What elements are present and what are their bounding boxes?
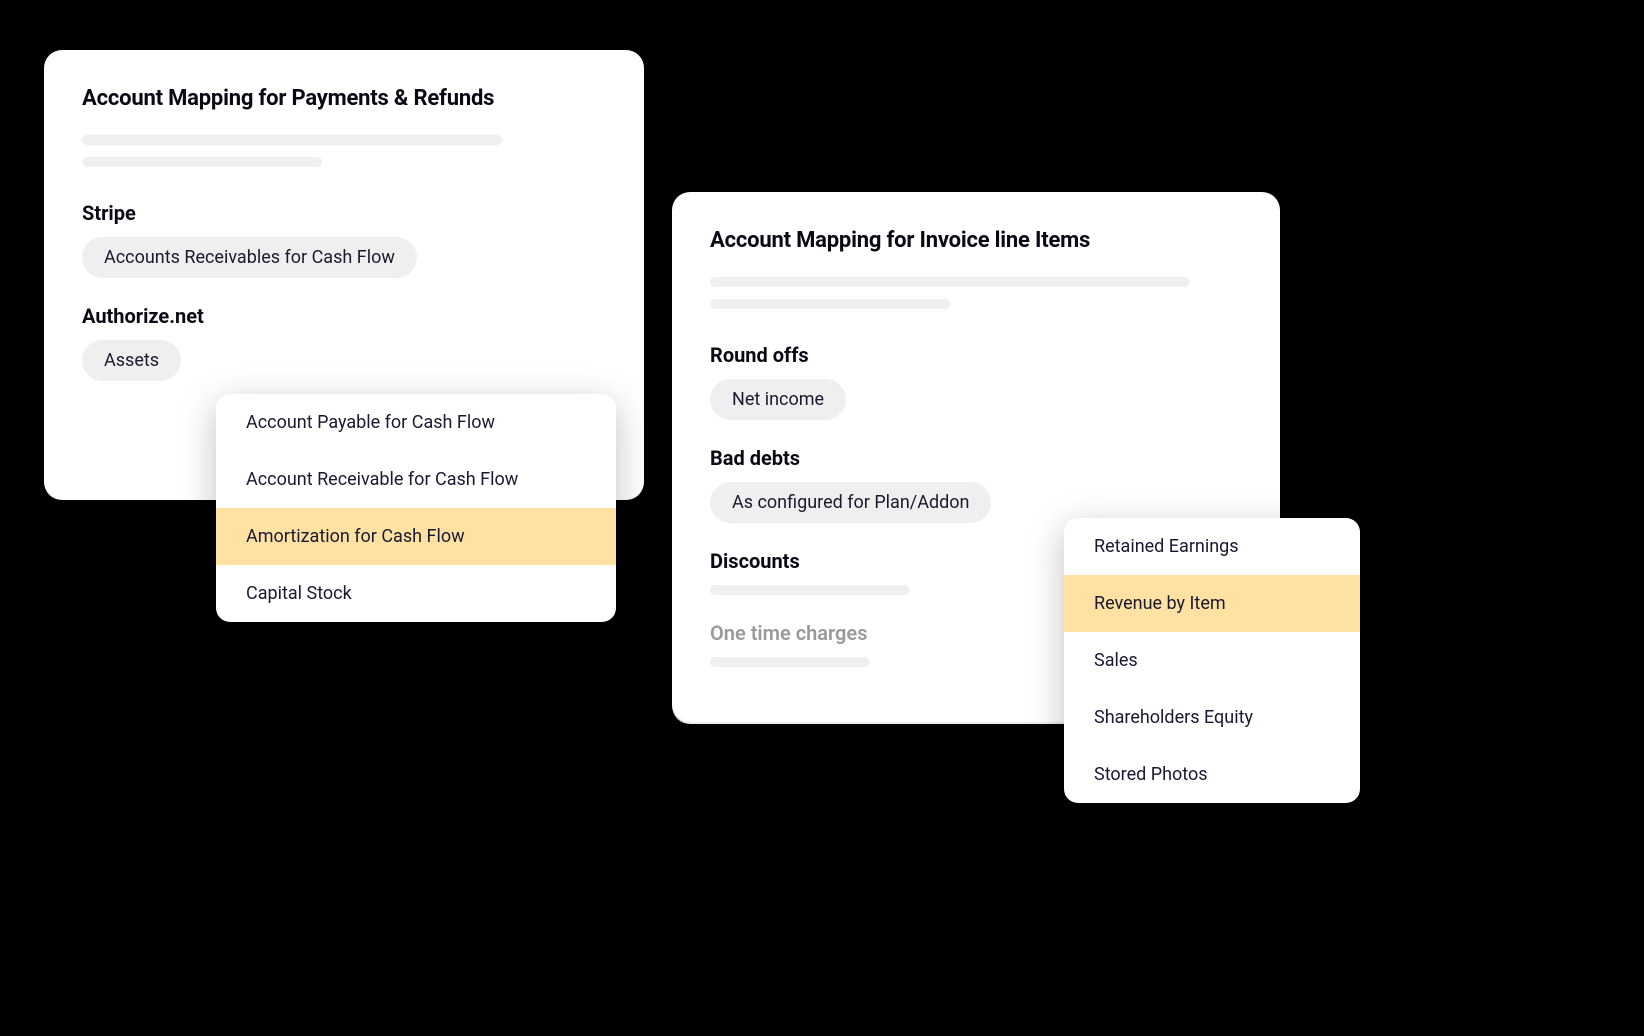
skeleton-line [710,277,1190,287]
menu-item-amortization[interactable]: Amortization for Cash Flow [216,508,616,565]
menu-item-shareholders-equity[interactable]: Shareholders Equity [1064,689,1360,746]
menu-item-retained-earnings[interactable]: Retained Earnings [1064,518,1360,575]
roundoffs-pill[interactable]: Net income [710,379,846,420]
liabilities-dropdown-menu: Account Payable for Cash Flow Account Re… [216,394,616,622]
authorize-account-pill[interactable]: Assets [82,340,181,381]
skeleton-line [82,135,502,145]
invoice-card-title: Account Mapping for Invoice line Items [710,228,1242,253]
menu-item-account-receivable[interactable]: Account Receivable for Cash Flow [216,451,616,508]
menu-item-revenue-by-item[interactable]: Revenue by Item [1064,575,1360,632]
menu-item-sales[interactable]: Sales [1064,632,1360,689]
menu-item-capital-stock[interactable]: Capital Stock [216,565,616,622]
section-label-baddebts: Bad debts [710,446,1242,470]
skeleton-description [82,135,606,167]
menu-item-stored-photos[interactable]: Stored Photos [1064,746,1360,803]
skeleton-description [710,277,1242,309]
discounts-placeholder [710,585,910,595]
menu-item-account-payable[interactable]: Account Payable for Cash Flow [216,394,616,451]
skeleton-line [82,157,322,167]
onetime-placeholder [710,657,870,667]
baddebts-pill[interactable]: As configured for Plan/Addon [710,482,991,523]
section-label-roundoffs: Round offs [710,343,1242,367]
stripe-account-pill[interactable]: Accounts Receivables for Cash Flow [82,237,417,278]
section-label-stripe: Stripe [82,201,606,225]
skeleton-line [710,299,950,309]
section-label-authorize: Authorize.net [82,304,606,328]
payments-card-title: Account Mapping for Payments & Refunds [82,86,606,111]
revenue-dropdown-menu: Retained Earnings Revenue by Item Sales … [1064,518,1360,803]
